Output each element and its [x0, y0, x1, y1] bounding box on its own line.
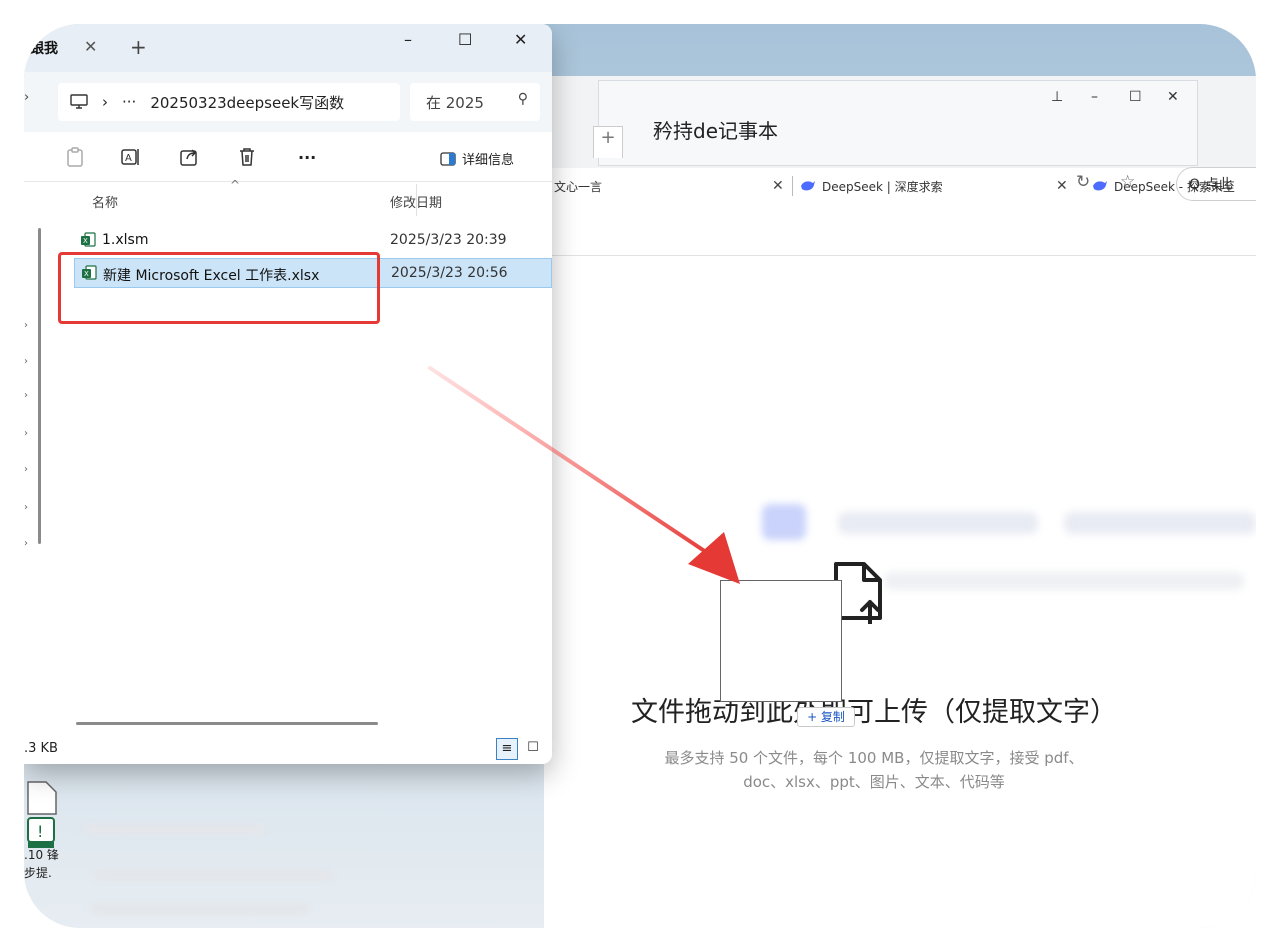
file-date: 2025/3/23 20:56 [391, 265, 508, 281]
nav-expander[interactable]: › [24, 428, 28, 439]
details-pane-button[interactable]: 详细信息 [440, 149, 514, 168]
browser-address-bar [544, 208, 1256, 256]
details-label: 详细信息 [462, 153, 515, 168]
explorer-search-input[interactable]: 在 2025 ⚲ [410, 83, 540, 121]
chevron-right-icon: › [102, 93, 108, 111]
deepseek-whale-icon [1093, 181, 1107, 191]
breadcrumb[interactable]: › ··· 20250323deepseek写函数 [58, 83, 400, 121]
minimize-button[interactable]: – [1091, 89, 1098, 105]
svg-text:A: A [125, 153, 132, 164]
notepad-window: + 矜持de记事本 ⊥ – ☐ ✕ [593, 80, 1198, 166]
screenshot-frame: 文心一言 ✕ DeepSeek | 深度求索 ✕ DeepSeek - 探索未至… [24, 24, 1256, 928]
details-pane-icon [440, 151, 456, 166]
desktop-item-label[interactable]: 步提. [24, 864, 52, 881]
deepseek-whale-icon [801, 181, 815, 191]
blurred-text [84, 824, 264, 834]
upload-subtitle-line: doc、xlsx、ppt、图片、文本、代码等 [743, 773, 1005, 791]
blurred-logo [762, 504, 806, 540]
file-date: 2025/3/23 20:39 [390, 232, 507, 248]
nav-scrollbar[interactable] [38, 228, 41, 544]
drag-ghost-thumbnail [720, 580, 842, 702]
file-explorer-window: 跟我 ✕ + – ☐ ✕ › › ··· 20250323deepseek写函数… [24, 24, 552, 764]
excel-macro-file-icon: X [81, 232, 96, 247]
maximize-button[interactable]: ☐ [458, 30, 472, 49]
search-placeholder: 在 2025 [426, 94, 484, 112]
path-more-button[interactable]: ··· [122, 93, 136, 111]
notepad-title: 矜持de记事本 [653, 119, 778, 143]
blurred-subheading [884, 572, 1244, 590]
explorer-status-bar: .3 KB ≡ ☐ [24, 734, 552, 764]
paste-icon[interactable] [64, 146, 86, 168]
rename-icon[interactable]: A [120, 146, 142, 168]
nav-expander[interactable]: › [24, 502, 28, 513]
file-name: 1.xlsm [102, 232, 149, 248]
explorer-navigation-pane: › › › › › › › [24, 182, 58, 742]
browser-tab-close[interactable]: ✕ [1056, 168, 1068, 204]
nav-expander[interactable]: › [24, 320, 28, 331]
pin-icon[interactable]: ⊥ [1051, 89, 1063, 105]
browser-tab-close[interactable]: ✕ [772, 168, 784, 204]
column-header-date[interactable]: 修改日期 [390, 192, 442, 211]
browser-window: 文心一言 ✕ DeepSeek | 深度求索 ✕ DeepSeek - 探索未至 [544, 76, 1256, 928]
browser-search-box[interactable]: Q 点此 [1176, 167, 1256, 201]
share-icon[interactable] [178, 146, 200, 168]
upload-subtitle: 最多支持 50 个文件，每个 100 MB，仅提取文字，接受 pdf、 doc、… [584, 746, 1164, 794]
close-button[interactable]: ✕ [1167, 89, 1179, 105]
copy-drop-badge: + 复制 [797, 707, 855, 727]
blurred-heading [838, 512, 1038, 534]
details-view-button[interactable]: ≡ [496, 738, 518, 760]
close-icon[interactable]: ✕ [772, 178, 784, 194]
tiles-view-button[interactable]: ☐ [524, 740, 542, 758]
upload-title: 文件拖动到此处即可上传（仅提取文字） [631, 697, 1117, 728]
selection-size: .3 KB [24, 741, 58, 756]
explorer-command-bar: A ··· 详细信息 [24, 136, 552, 182]
column-header-name[interactable]: 名称 [92, 192, 118, 211]
upload-subtitle-line: 最多支持 50 个文件，每个 100 MB，仅提取文字，接受 pdf、 [664, 749, 1084, 767]
star-icon[interactable]: ☆ [1120, 172, 1135, 192]
nav-expander[interactable]: › [24, 464, 28, 475]
delete-icon[interactable] [236, 146, 258, 168]
highlight-annotation-box [58, 252, 380, 324]
tab-divider [792, 176, 793, 196]
file-list-header: 名称 ^ 修改日期 [58, 178, 552, 216]
nav-expander[interactable]: › [24, 538, 28, 549]
maximize-button[interactable]: ☐ [1129, 89, 1142, 105]
desktop-item-label[interactable]: .10 锋 [24, 846, 59, 863]
blurred-text [94, 870, 334, 880]
new-tab-button[interactable]: + [130, 35, 147, 59]
close-icon[interactable]: ✕ [1056, 178, 1068, 194]
explorer-titlebar: 跟我 ✕ + – ☐ ✕ [24, 24, 552, 72]
browser-tab-label: 文心一言 [554, 179, 603, 194]
browser-tab-deepseek-home[interactable]: DeepSeek | 深度求索 [800, 168, 943, 204]
sort-caret-icon: ^ [230, 178, 241, 192]
nav-expander[interactable]: › [24, 356, 28, 367]
svg-text:X: X [83, 237, 88, 245]
blurred-text [90, 904, 310, 914]
explorer-address-bar: › › ··· 20250323deepseek写函数 在 2025 ⚲ [24, 72, 552, 132]
browser-tab-label: DeepSeek | 深度求索 [822, 179, 943, 194]
explorer-tab-title[interactable]: 跟我 [30, 38, 58, 58]
refresh-icon[interactable]: ↻ [1076, 172, 1090, 192]
monitor-icon [70, 94, 88, 109]
more-options-button[interactable]: ··· [298, 148, 316, 167]
close-icon[interactable]: ✕ [84, 37, 97, 56]
close-button[interactable]: ✕ [514, 30, 527, 49]
nav-fragment: › [24, 90, 30, 105]
breadcrumb-folder[interactable]: 20250323deepseek写函数 [150, 92, 344, 113]
notepad-new-tab-button[interactable]: + [593, 126, 623, 158]
nav-expander[interactable]: › [24, 390, 28, 401]
svg-text:!: ! [37, 822, 43, 841]
blurred-heading [1064, 512, 1256, 534]
document-icon [27, 781, 57, 815]
horizontal-scrollbar[interactable] [76, 722, 378, 725]
minimize-button[interactable]: – [404, 30, 412, 49]
search-icon: ⚲ [517, 91, 528, 107]
browser-tab-wenxin[interactable]: 文心一言 [554, 168, 602, 204]
